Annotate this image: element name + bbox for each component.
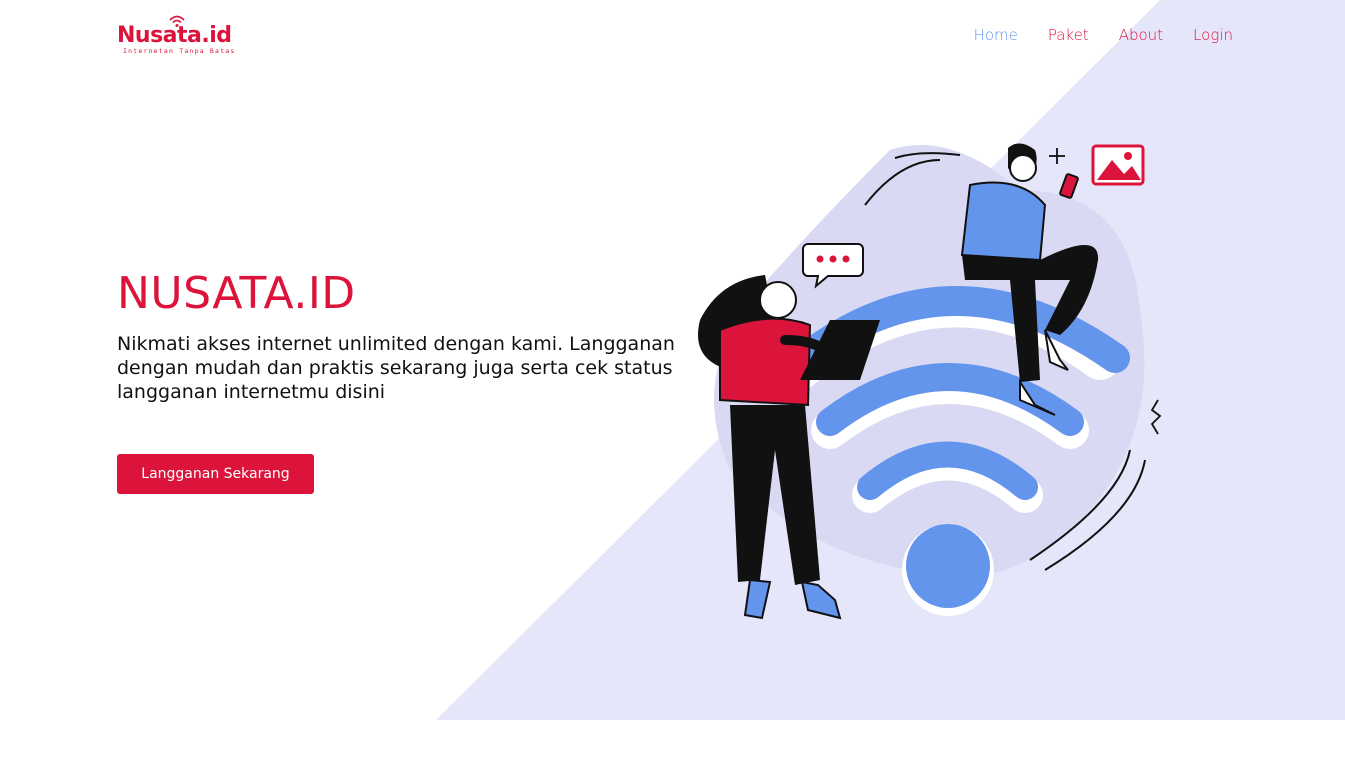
nav-about[interactable]: About — [1119, 25, 1163, 45]
logo-text: Nusata.id — [117, 23, 232, 48]
subscribe-button[interactable]: Langganan Sekarang — [117, 454, 314, 494]
wifi-people-illustration — [698, 143, 1162, 620]
nav-paket[interactable]: Paket — [1048, 25, 1089, 45]
image-icon — [1091, 144, 1145, 186]
nav-home[interactable]: Home — [974, 25, 1018, 45]
hero-title: NUSATA.ID — [117, 268, 356, 319]
logo-tagline: Internetan Tanpa Batas — [123, 47, 236, 55]
main-nav: Home Paket About Login — [974, 25, 1233, 45]
hero-description: Nikmati akses internet unlimited dengan … — [117, 333, 675, 403]
nav-login[interactable]: Login — [1193, 25, 1233, 45]
sparkle-icon — [1049, 148, 1065, 164]
brand-logo[interactable]: Nusata.id Internetan Tanpa Batas — [117, 14, 249, 58]
